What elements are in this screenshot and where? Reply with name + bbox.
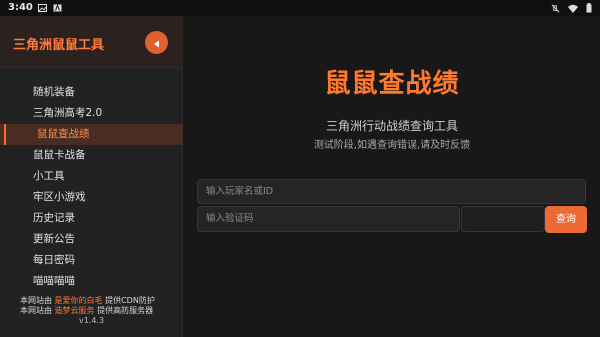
wifi-icon	[568, 4, 578, 16]
sidebar-item-daily-password[interactable]: 每日密码	[0, 250, 183, 271]
footer-cdn-prefix: 本网站由	[20, 296, 52, 305]
footer-cdn-provider-link[interactable]: 是爱你的白毛	[55, 296, 103, 305]
sidebar-item-meow[interactable]: 喵喵喵喵	[0, 271, 183, 292]
app-version: v1.4.3	[78, 316, 105, 325]
sidebar-item-mini-games[interactable]: 牢区小游戏	[0, 187, 183, 208]
sidebar-item-record-query[interactable]: 鼠鼠查战绩	[0, 124, 183, 145]
sidebar-item-exam[interactable]: 三角洲高考2.0	[0, 103, 183, 124]
footer-cdn-line: 本网站由 是爱你的白毛 提供CDN防护	[0, 296, 183, 306]
player-id-input[interactable]: 输入玩家名或ID	[197, 179, 586, 204]
sidebar-item-random-gear[interactable]: 随机装备	[0, 82, 183, 103]
mute-icon	[551, 4, 560, 16]
test-notice: 测试阶段,如遇查询错误,请及时反馈	[313, 140, 471, 151]
image-icon	[38, 4, 47, 15]
sidebar-menu: 随机装备 三角洲高考2.0 鼠鼠查战绩 鼠鼠卡战备 小工具 牢区小游戏 历史记录…	[0, 82, 183, 292]
battery-icon	[586, 3, 592, 16]
sidebar-item-announcements[interactable]: 更新公告	[0, 229, 183, 250]
sidebar-header: 三角洲鼠鼠工具	[0, 16, 183, 68]
chevron-left-icon	[153, 33, 161, 52]
sidebar-item-card-gear[interactable]: 鼠鼠卡战备	[0, 145, 183, 166]
page-title: 鼠鼠查战绩	[324, 69, 460, 99]
status-bar: 3:40	[0, 0, 600, 16]
sidebar-item-tools[interactable]: 小工具	[0, 166, 183, 187]
collapse-sidebar-button[interactable]	[145, 31, 168, 54]
sidebar-item-history[interactable]: 历史记录	[0, 208, 183, 229]
footer-cdn-suffix: 提供CDN防护	[105, 296, 155, 305]
app-title: 三角洲鼠鼠工具	[13, 38, 105, 53]
a-icon	[53, 4, 62, 15]
main-content: 鼠鼠查战绩 三角洲行动战绩查询工具 测试阶段,如遇查询错误,请及时反馈 输入玩家…	[184, 16, 600, 337]
sidebar: 三角洲鼠鼠工具 随机装备 三角洲高考2.0 鼠鼠查战绩 鼠鼠卡战备 小工具 牢区…	[0, 16, 183, 337]
sidebar-footer: 本网站由 是爱你的白毛 提供CDN防护 本网站由 造梦云服务 提供高防服务器 v…	[0, 296, 183, 326]
status-time: 3:40	[8, 2, 33, 13]
captcha-image[interactable]	[461, 206, 545, 232]
page-subtitle: 三角洲行动战绩查询工具	[325, 119, 458, 133]
footer-server-line: 本网站由 造梦云服务 提供高防服务器	[0, 306, 183, 316]
footer-server-provider-link[interactable]: 造梦云服务	[55, 306, 95, 315]
footer-server-suffix: 提供高防服务器	[97, 306, 154, 315]
query-button[interactable]: 查询	[545, 206, 587, 233]
footer-server-prefix: 本网站由	[20, 306, 52, 315]
captcha-input[interactable]: 输入验证码	[197, 206, 460, 232]
